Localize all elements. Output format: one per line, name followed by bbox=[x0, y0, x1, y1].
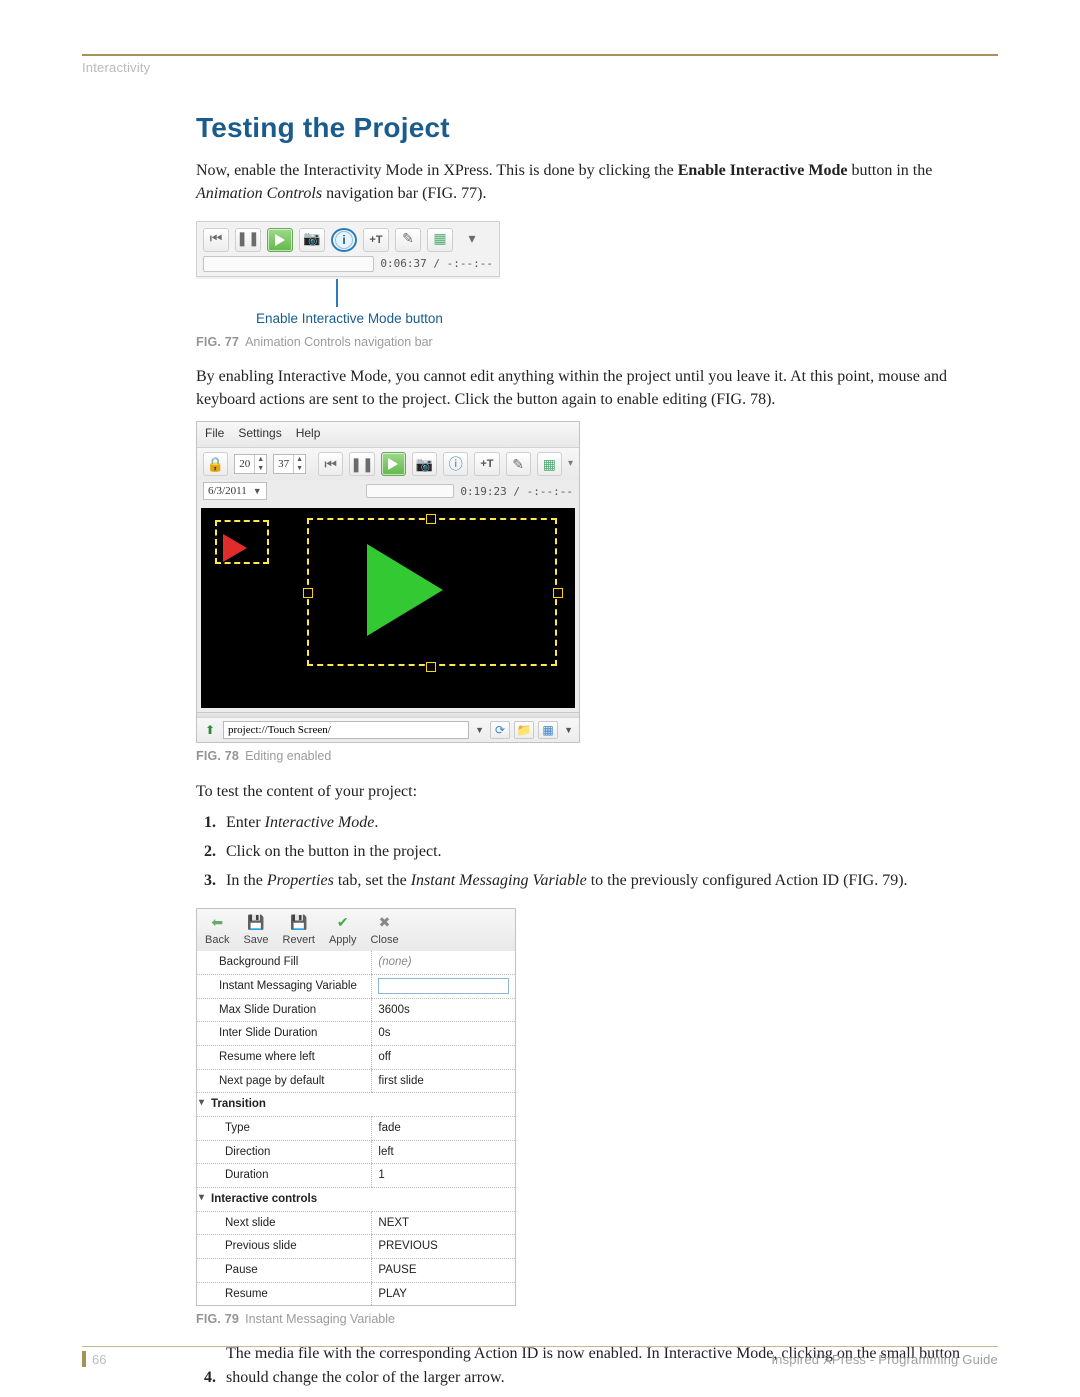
up-folder-icon[interactable]: ⬆ bbox=[201, 721, 219, 739]
first-frame-icon[interactable]: ⏮ bbox=[203, 228, 229, 252]
resume-value[interactable]: off bbox=[372, 1045, 515, 1069]
play-icon[interactable] bbox=[267, 228, 293, 252]
callout-line bbox=[336, 279, 338, 307]
lock-icon[interactable]: 🔒 bbox=[203, 452, 228, 476]
fig78-window: File Settings Help 🔒 20▲▼ 37▲▼ ⏮ ❚❚ 📷 ⓘ … bbox=[196, 421, 580, 743]
progress-bar[interactable] bbox=[203, 256, 374, 272]
transition-type-value[interactable]: fade bbox=[372, 1116, 515, 1140]
transition-dur-value[interactable]: 1 bbox=[372, 1164, 515, 1188]
pause-icon[interactable]: ❚❚ bbox=[349, 452, 374, 476]
fig79-properties-panel: ⬅Back 💾Save 💾Revert ✔Apply ✖Close Backgr… bbox=[196, 908, 516, 1306]
next-slide-value[interactable]: NEXT bbox=[372, 1211, 515, 1235]
layers-icon[interactable]: ▦ bbox=[427, 228, 453, 252]
steps-list: Enter Interactive Mode. Click on the but… bbox=[200, 811, 1000, 893]
close-button[interactable]: ✖Close bbox=[370, 913, 398, 949]
max-slide-value[interactable]: 3600s bbox=[372, 998, 515, 1022]
apply-button[interactable]: ✔Apply bbox=[329, 913, 357, 949]
green-arrow-icon bbox=[367, 544, 443, 636]
prev-slide-value[interactable]: PREVIOUS bbox=[372, 1235, 515, 1259]
pause-icon[interactable]: ❚❚ bbox=[235, 228, 261, 252]
fig78-caption: FIG. 78Editing enabled bbox=[196, 747, 1000, 765]
footer-accent bbox=[82, 1351, 86, 1367]
callout-label: Enable Interactive Mode button bbox=[256, 309, 1000, 329]
fig79-caption: FIG. 79Instant Messaging Variable bbox=[196, 1310, 1000, 1328]
paragraph-3: To test the content of your project: bbox=[196, 780, 1000, 803]
row-bg-fill: Background Fill bbox=[197, 951, 372, 974]
section-transition[interactable]: Transition bbox=[197, 1093, 515, 1117]
menu-file[interactable]: File bbox=[205, 425, 224, 442]
edit-icon[interactable]: ✎ bbox=[395, 228, 421, 252]
fig77-toolbar: ⏮ ❚❚ 📷 i +T ✎ ▦ ▾ 0:06:37 / -:--:-- bbox=[196, 221, 500, 277]
bg-fill-value[interactable]: (none) bbox=[378, 956, 411, 968]
footer-rule bbox=[82, 1346, 998, 1347]
spin-1[interactable]: 20▲▼ bbox=[234, 454, 267, 474]
add-text-icon[interactable]: +T bbox=[474, 452, 499, 476]
menubar: File Settings Help bbox=[197, 422, 579, 448]
resize-handle[interactable] bbox=[426, 662, 436, 672]
back-button[interactable]: ⬅Back bbox=[205, 913, 229, 949]
next-page-value[interactable]: first slide bbox=[372, 1069, 515, 1093]
save-button[interactable]: 💾Save bbox=[243, 913, 268, 949]
document-title: Inspired XPress - Programming Guide bbox=[771, 1352, 998, 1367]
timecode-label: 0:06:37 / -:--:-- bbox=[380, 258, 493, 269]
intro-paragraph: Now, enable the Interactivity Mode in XP… bbox=[196, 159, 1000, 205]
resize-handle[interactable] bbox=[553, 588, 563, 598]
red-arrow-icon bbox=[223, 534, 247, 562]
inter-slide-value[interactable]: 0s bbox=[372, 1022, 515, 1046]
top-rule bbox=[82, 54, 998, 56]
step-3: In the Properties tab, set the Instant M… bbox=[220, 869, 1000, 892]
page-number: 66 bbox=[92, 1352, 106, 1367]
path-input[interactable] bbox=[223, 721, 469, 739]
info-icon[interactable]: ⓘ bbox=[443, 452, 468, 476]
layers-icon[interactable]: ▦ bbox=[537, 452, 562, 476]
row-im-variable: Instant Messaging Variable bbox=[197, 974, 372, 998]
step-1: Enter Interactive Mode. bbox=[220, 811, 1000, 834]
refresh-icon[interactable]: ⟳ bbox=[490, 721, 510, 739]
resize-handle[interactable] bbox=[426, 514, 436, 524]
dropdown-icon[interactable]: ▾ bbox=[459, 228, 485, 252]
section-interactive[interactable]: Interactive controls bbox=[197, 1187, 515, 1211]
revert-button[interactable]: 💾Revert bbox=[283, 913, 315, 949]
pause-value[interactable]: PAUSE bbox=[372, 1258, 515, 1282]
progress-bar[interactable] bbox=[366, 484, 455, 498]
date-dropdown[interactable]: 6/3/2011▼ bbox=[203, 482, 267, 500]
menu-settings[interactable]: Settings bbox=[238, 425, 281, 442]
im-variable-input[interactable] bbox=[378, 978, 509, 994]
paragraph-2: By enabling Interactive Mode, you cannot… bbox=[196, 365, 1000, 411]
spin-2[interactable]: 37▲▼ bbox=[273, 454, 306, 474]
enable-interactive-mode-icon[interactable]: i bbox=[331, 228, 357, 252]
first-frame-icon[interactable]: ⏮ bbox=[318, 452, 343, 476]
viewport[interactable] bbox=[201, 508, 575, 708]
resize-handle[interactable] bbox=[303, 588, 313, 598]
camera-icon[interactable]: 📷 bbox=[412, 452, 437, 476]
page-title: Testing the Project bbox=[196, 108, 1000, 149]
menu-help[interactable]: Help bbox=[296, 425, 321, 442]
view-icon[interactable]: ▦ bbox=[538, 721, 558, 739]
properties-table: Background Fill (none) Instant Messaging… bbox=[197, 951, 515, 1305]
camera-icon[interactable]: 📷 bbox=[299, 228, 325, 252]
step-2: Click on the button in the project. bbox=[220, 840, 1000, 863]
breadcrumb: Interactivity bbox=[82, 60, 150, 75]
resume-ctrl-value[interactable]: PLAY bbox=[372, 1282, 515, 1305]
add-text-icon[interactable]: +T bbox=[363, 228, 389, 252]
edit-icon[interactable]: ✎ bbox=[506, 452, 531, 476]
open-icon[interactable]: 📁 bbox=[514, 721, 534, 739]
fig77-caption: FIG. 77Animation Controls navigation bar bbox=[196, 333, 1000, 351]
transition-dir-value[interactable]: left bbox=[372, 1140, 515, 1164]
timecode-label: 0:19:23 / -:--:-- bbox=[460, 486, 573, 497]
play-icon[interactable] bbox=[381, 452, 406, 476]
